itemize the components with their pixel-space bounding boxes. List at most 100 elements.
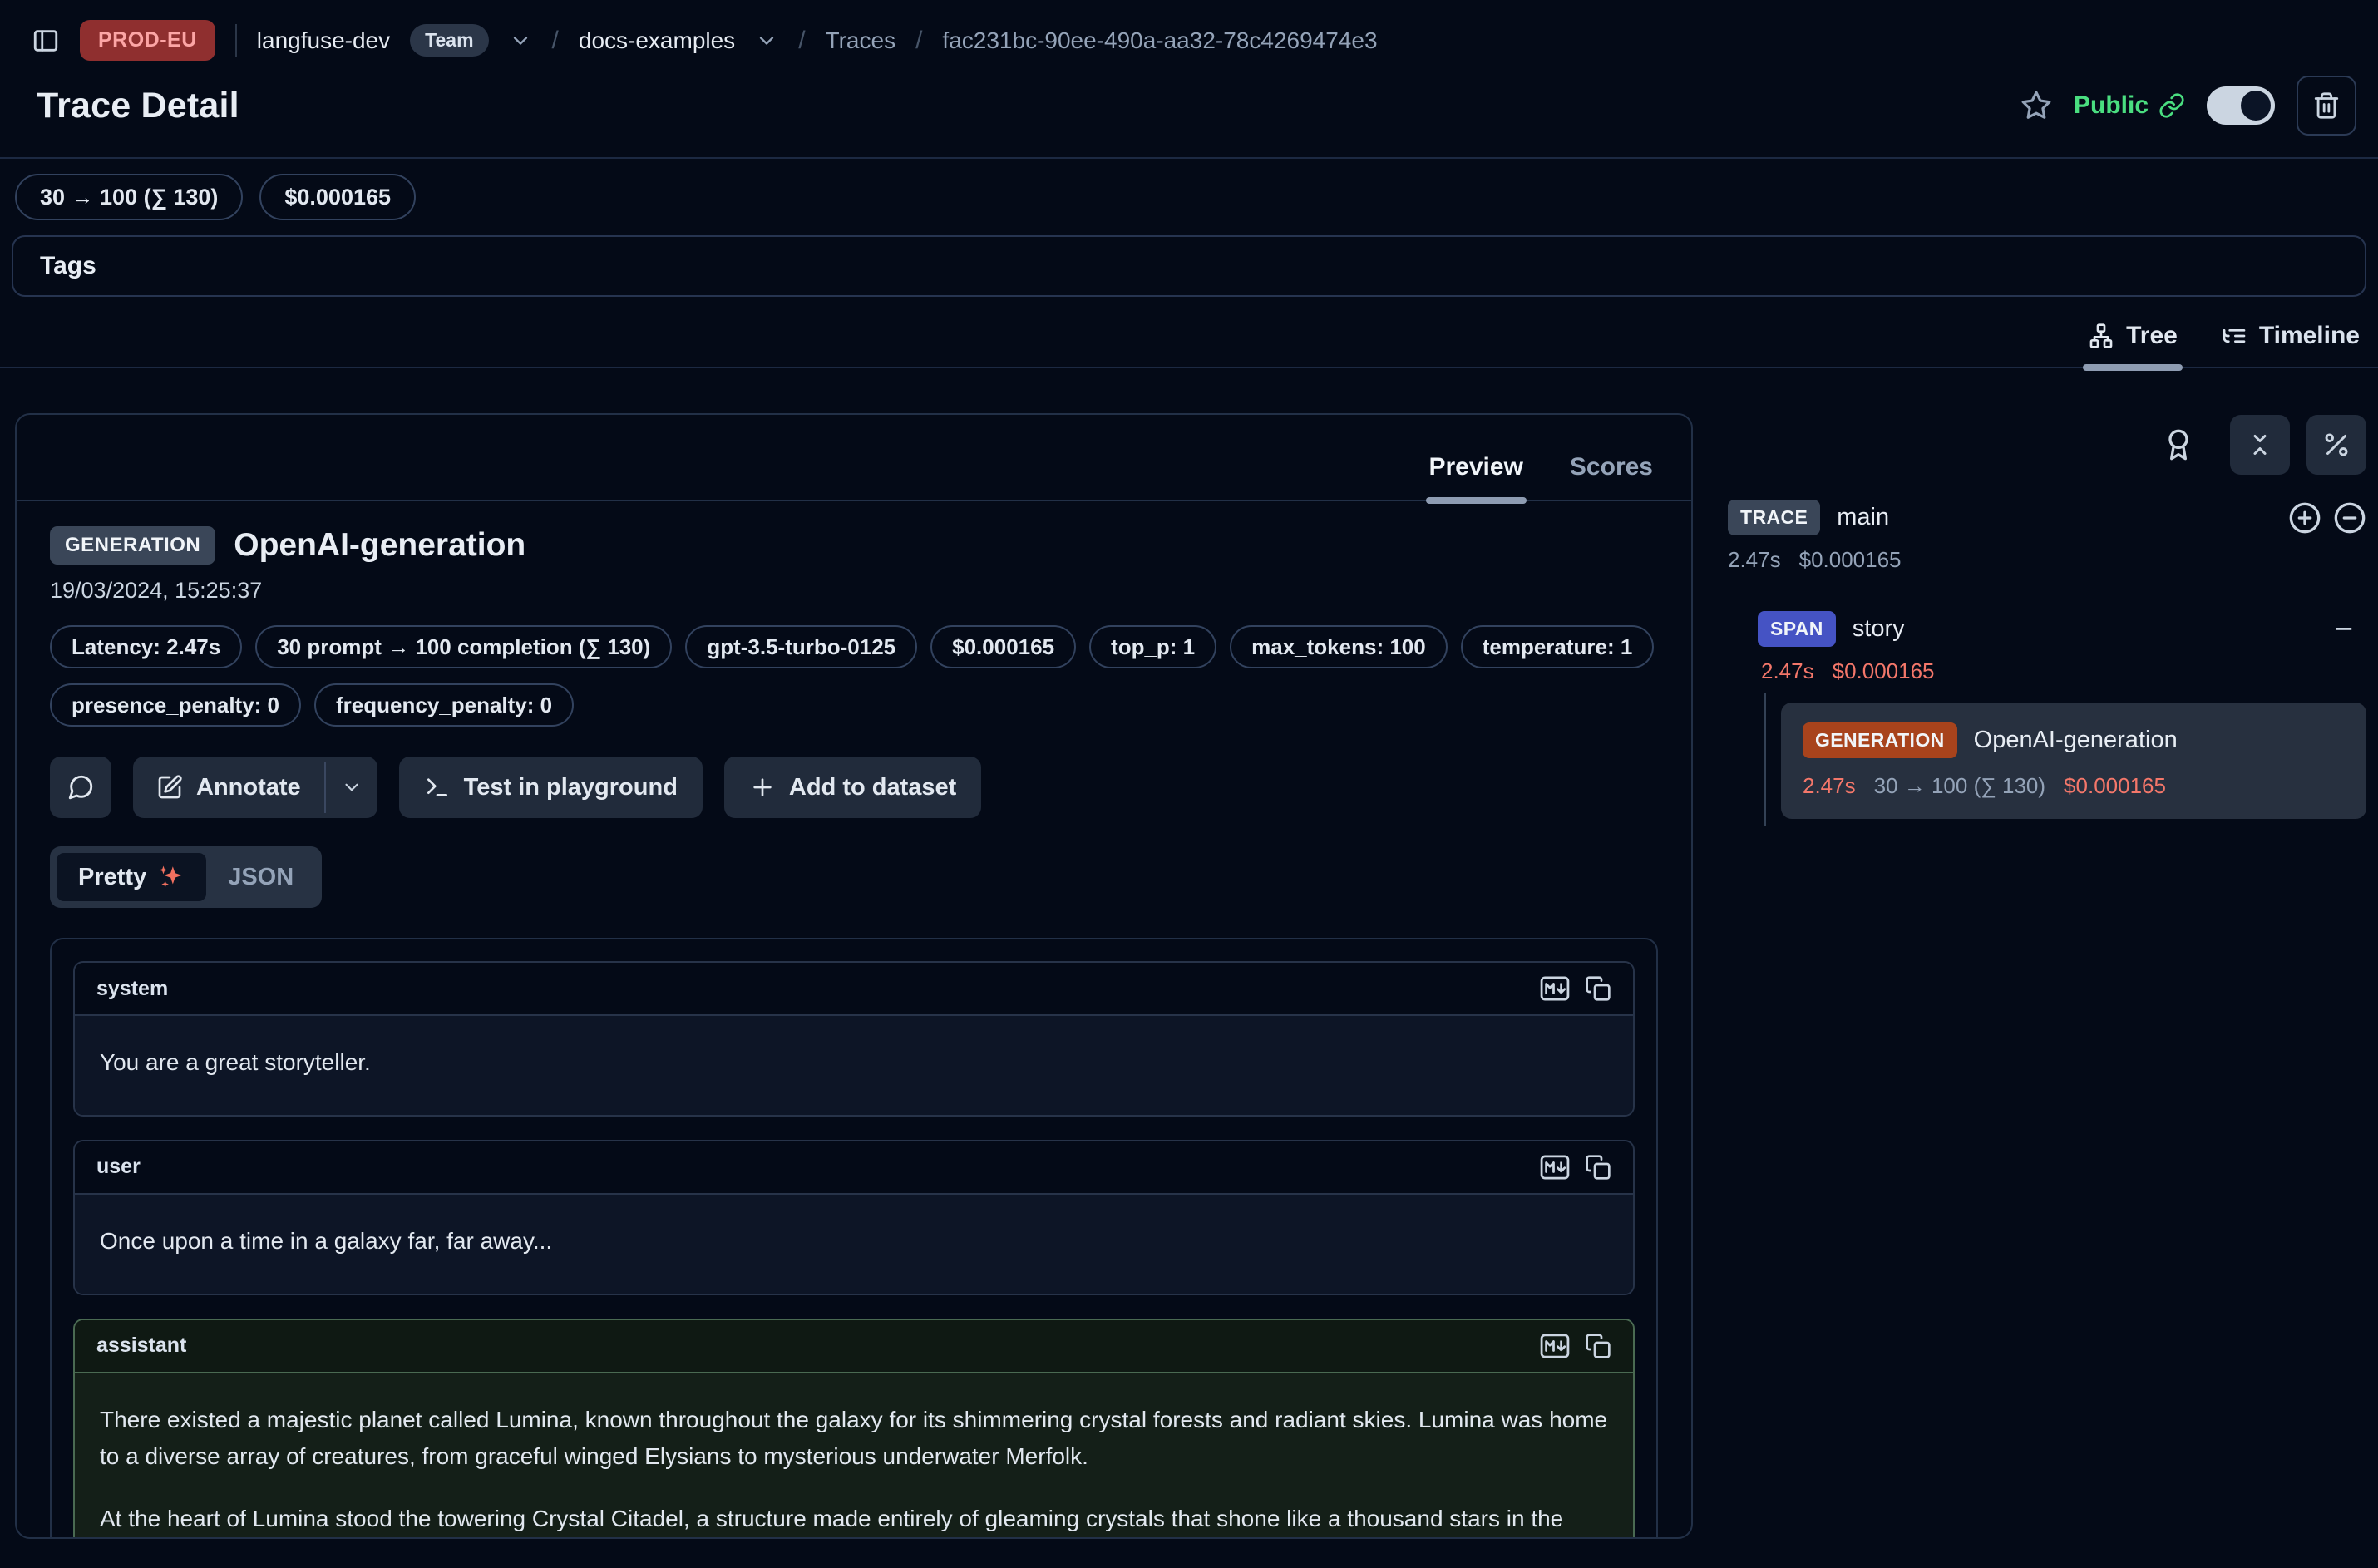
tab-preview[interactable]: Preview (1429, 453, 1523, 500)
message-role-label: assistant (96, 1334, 186, 1358)
generation-badge: GENERATION (1803, 722, 1957, 758)
trace-latency: 2.47s (1728, 547, 1781, 573)
observation-timestamp: 19/03/2024, 15:25:37 (50, 578, 1658, 604)
format-pretty-segment[interactable]: Pretty (57, 853, 206, 901)
public-label: Public (2074, 91, 2149, 120)
title-row: Trace Detail Public (0, 69, 2378, 136)
observation-pill: gpt-3.5-turbo-0125 (685, 625, 917, 668)
trace-token-usage-pill[interactable]: 30 → 100 (∑ 130) (15, 174, 243, 220)
topbar: PROD-EU langfuse-dev Team / docs-example… (0, 0, 2378, 69)
message-body: There existed a majestic planet called L… (75, 1373, 1633, 1537)
tree-node-span[interactable]: SPAN story − (1758, 611, 2366, 647)
breadcrumb-slash: / (798, 27, 805, 55)
public-toggle[interactable] (2207, 86, 2275, 125)
tab-preview-label: Preview (1429, 453, 1523, 481)
comment-bubble-icon (67, 773, 95, 801)
markdown-toggle-icon[interactable] (1540, 1154, 1570, 1181)
fold-vertical-icon (2245, 430, 2275, 460)
message-header-icons (1540, 1333, 1611, 1359)
message-body: You are a great storyteller. (75, 1016, 1633, 1115)
annotate-dropdown-button[interactable] (326, 757, 377, 818)
comments-button[interactable] (50, 757, 111, 818)
org-type-badge: Team (410, 24, 488, 57)
span-stats: 2.47s $0.000165 (1761, 658, 2366, 684)
markdown-toggle-icon[interactable] (1540, 975, 1570, 1002)
message-assistant: assistant There existed a majestic planet… (73, 1319, 1635, 1537)
annotate-button[interactable]: Annotate (133, 757, 324, 818)
observation-detail-card: Preview Scores GENERATION OpenAI-generat… (15, 413, 1693, 1539)
generation-row: GENERATION OpenAI-generation (1803, 722, 2345, 758)
public-link[interactable]: Public (2074, 91, 2185, 120)
breadcrumb-slash: / (915, 27, 922, 55)
message-system: systemYou are a great storyteller. (73, 961, 1635, 1117)
observation-pills: Latency: 2.47s30 prompt → 100 completion… (50, 625, 1658, 727)
copy-icon[interactable] (1585, 975, 1611, 1002)
generation-cost: $0.000165 (2064, 773, 2166, 799)
sparkles-icon (156, 863, 185, 891)
sidebar-toggle-icon[interactable] (32, 27, 60, 55)
test-in-playground-label: Test in playground (464, 774, 678, 801)
tags-box[interactable]: Tags (12, 235, 2366, 297)
annotate-split-button: Annotate (133, 757, 377, 818)
span-badge: SPAN (1758, 611, 1836, 647)
generation-node-wrap: GENERATION OpenAI-generation 2.47s 30 → … (1728, 703, 2366, 819)
trash-icon (2312, 91, 2341, 120)
breadcrumb-traces[interactable]: Traces (826, 27, 896, 54)
terminal-icon (424, 774, 451, 801)
breadcrumb-project[interactable]: docs-examples (579, 27, 735, 54)
copy-icon[interactable] (1585, 1333, 1611, 1359)
content: Preview Scores GENERATION OpenAI-generat… (15, 413, 2366, 1539)
message-body: Once upon a time in a galaxy far, far aw… (75, 1195, 1633, 1294)
collapse-all-button[interactable] (2230, 415, 2290, 475)
project-chevron-down-icon[interactable] (755, 29, 778, 52)
generation-latency: 2.47s (1803, 773, 1856, 799)
observation-pill: temperature: 1 (1461, 625, 1655, 668)
trace-cost-pill[interactable]: $0.000165 (259, 174, 416, 220)
circle-minus-icon[interactable] (2333, 501, 2366, 535)
trace-badges-row: 30 → 100 (∑ 130) $0.000165 (15, 174, 2378, 220)
breadcrumb-separator-line (235, 24, 237, 57)
span-collapse-toggle[interactable]: − (2335, 614, 2353, 645)
tree-node-generation-selected[interactable]: GENERATION OpenAI-generation 2.47s 30 → … (1781, 703, 2366, 819)
generation-stats: 2.47s 30 → 100 (∑ 130) $0.000165 (1803, 773, 2345, 799)
observation-body: GENERATION OpenAI-generation 19/03/2024,… (17, 501, 1691, 1537)
trace-row-icons (2288, 501, 2366, 535)
org-chevron-down-icon[interactable] (509, 29, 532, 52)
active-tab-indicator (2083, 364, 2183, 371)
tree-node-trace[interactable]: TRACE main (1728, 500, 2366, 535)
environment-badge[interactable]: PROD-EU (80, 20, 215, 61)
message-paragraph: You are a great storyteller. (100, 1044, 1608, 1082)
message-paragraph: There existed a majestic planet called L… (100, 1402, 1608, 1477)
metrics-percent-button[interactable] (2306, 415, 2366, 475)
tab-scores[interactable]: Scores (1570, 453, 1653, 500)
observation-pill: presence_penalty: 0 (50, 683, 301, 727)
edit-pencil-icon (156, 774, 183, 801)
trace-cost: $0.000165 (1799, 547, 1902, 573)
tab-scores-label: Scores (1570, 453, 1653, 481)
star-bookmark-icon[interactable] (2020, 90, 2052, 121)
message-paragraph: Once upon a time in a galaxy far, far aw… (100, 1223, 1608, 1260)
copy-icon[interactable] (1585, 1154, 1611, 1181)
header-divider (0, 157, 2378, 159)
test-in-playground-button[interactable]: Test in playground (399, 757, 703, 818)
message-header: assistant (75, 1320, 1633, 1373)
add-to-dataset-button[interactable]: Add to dataset (724, 757, 981, 818)
markdown-toggle-icon[interactable] (1540, 1333, 1570, 1359)
circle-plus-icon[interactable] (2288, 501, 2321, 535)
page-title: Trace Detail (37, 86, 239, 126)
trace-name: main (1837, 504, 1889, 531)
observation-title: OpenAI-generation (234, 527, 525, 564)
award-icon[interactable] (2162, 428, 2195, 461)
delete-trace-button[interactable] (2297, 76, 2356, 136)
tab-tree[interactable]: Tree (2088, 322, 2178, 367)
format-toggle: Pretty JSON (50, 846, 322, 908)
view-tabs: Tree Timeline (0, 322, 2378, 368)
tab-timeline[interactable]: Timeline (2221, 322, 2360, 367)
tags-label: Tags (40, 252, 96, 280)
plus-icon (749, 774, 776, 801)
observation-type-badge: GENERATION (50, 526, 215, 565)
format-json-segment[interactable]: JSON (206, 854, 315, 901)
breadcrumb-org[interactable]: langfuse-dev (257, 27, 390, 54)
annotate-label: Annotate (196, 774, 301, 801)
message-header: user (75, 1141, 1633, 1195)
